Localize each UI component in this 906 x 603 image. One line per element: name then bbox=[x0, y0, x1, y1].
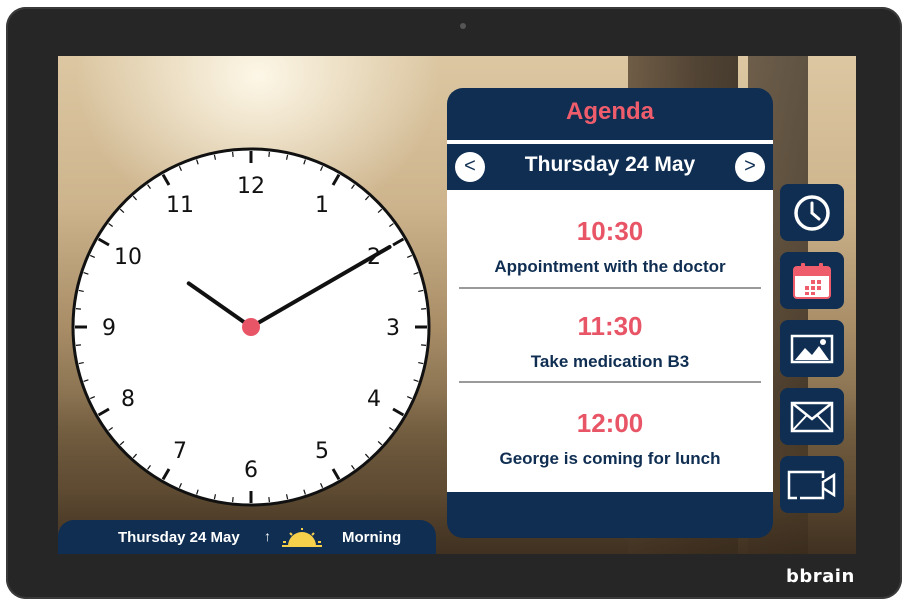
clock-button[interactable] bbox=[780, 184, 844, 241]
agenda-event-list: 10:30 Appointment with the doctor 11:30 … bbox=[447, 190, 773, 492]
agenda-panel: Agenda < Thursday 24 May > 10:30 Appoint… bbox=[447, 88, 773, 538]
agenda-title: Agenda bbox=[565, 98, 654, 125]
photos-button[interactable] bbox=[780, 320, 844, 377]
clock-number: 9 bbox=[102, 316, 116, 341]
video-call-button[interactable] bbox=[780, 456, 844, 513]
event-time: 12:00 bbox=[576, 408, 644, 438]
clock-number: 6 bbox=[244, 458, 258, 483]
agenda-event[interactable]: 10:30 Appointment with the doctor bbox=[447, 216, 773, 277]
video-call-icon bbox=[787, 470, 836, 499]
divider bbox=[459, 381, 761, 383]
agenda-event[interactable]: 12:00 George is coming for lunch bbox=[447, 408, 773, 469]
clock-minute-tick bbox=[268, 497, 270, 503]
agenda-date-bar: < Thursday 24 May > bbox=[447, 140, 773, 190]
next-day-button[interactable]: > bbox=[735, 152, 765, 182]
clock-number: 10 bbox=[114, 245, 142, 270]
event-text: Appointment with the doctor bbox=[494, 257, 726, 276]
clock-minute-tick bbox=[232, 151, 234, 157]
clock-minute-tick bbox=[232, 497, 234, 503]
calendar-button[interactable] bbox=[780, 252, 844, 309]
mail-button[interactable] bbox=[780, 388, 844, 445]
clock-number: 7 bbox=[173, 439, 187, 464]
sunrise-arrow: ↑ bbox=[264, 528, 271, 544]
status-bar: Thursday 24 May ↑ Morning bbox=[58, 520, 436, 554]
event-time: 10:30 bbox=[576, 216, 644, 246]
event-text: George is coming for lunch bbox=[499, 449, 721, 468]
camera bbox=[460, 23, 466, 29]
clock-number: 8 bbox=[121, 387, 135, 412]
clock-icon bbox=[794, 194, 830, 231]
status-date: Thursday 24 May bbox=[118, 529, 240, 546]
clock-minute-tick bbox=[75, 344, 81, 346]
event-time: 11:30 bbox=[577, 311, 643, 341]
brand-logo: bbrain bbox=[786, 566, 855, 587]
agenda-event[interactable]: 11:30 Take medication B3 bbox=[447, 311, 773, 372]
clock-number: 11 bbox=[166, 193, 194, 218]
clock-minute-tick bbox=[421, 344, 427, 346]
clock-face: 121234567891011 bbox=[71, 147, 431, 507]
clock-minute-tick bbox=[268, 151, 270, 157]
previous-day-button[interactable]: < bbox=[455, 152, 485, 182]
event-text: Take medication B3 bbox=[530, 352, 690, 371]
divider bbox=[459, 287, 761, 289]
mail-icon bbox=[790, 401, 834, 432]
time-of-day: Morning bbox=[342, 529, 402, 546]
sun-rising-icon bbox=[280, 526, 324, 552]
clock-number: 1 bbox=[315, 193, 329, 218]
clock-number: 12 bbox=[237, 174, 265, 199]
photos-icon bbox=[790, 334, 834, 363]
clock-number: 5 bbox=[315, 439, 329, 464]
clock-minute-tick bbox=[421, 308, 427, 310]
calendar-icon bbox=[793, 262, 831, 299]
clock-number: 4 bbox=[367, 387, 381, 412]
clock-center bbox=[242, 318, 260, 336]
analog-clock: 121234567891011 bbox=[70, 146, 432, 508]
clock-number: 3 bbox=[386, 316, 400, 341]
clock-minute-tick bbox=[75, 308, 81, 310]
agenda-date: Thursday 24 May bbox=[524, 153, 696, 176]
